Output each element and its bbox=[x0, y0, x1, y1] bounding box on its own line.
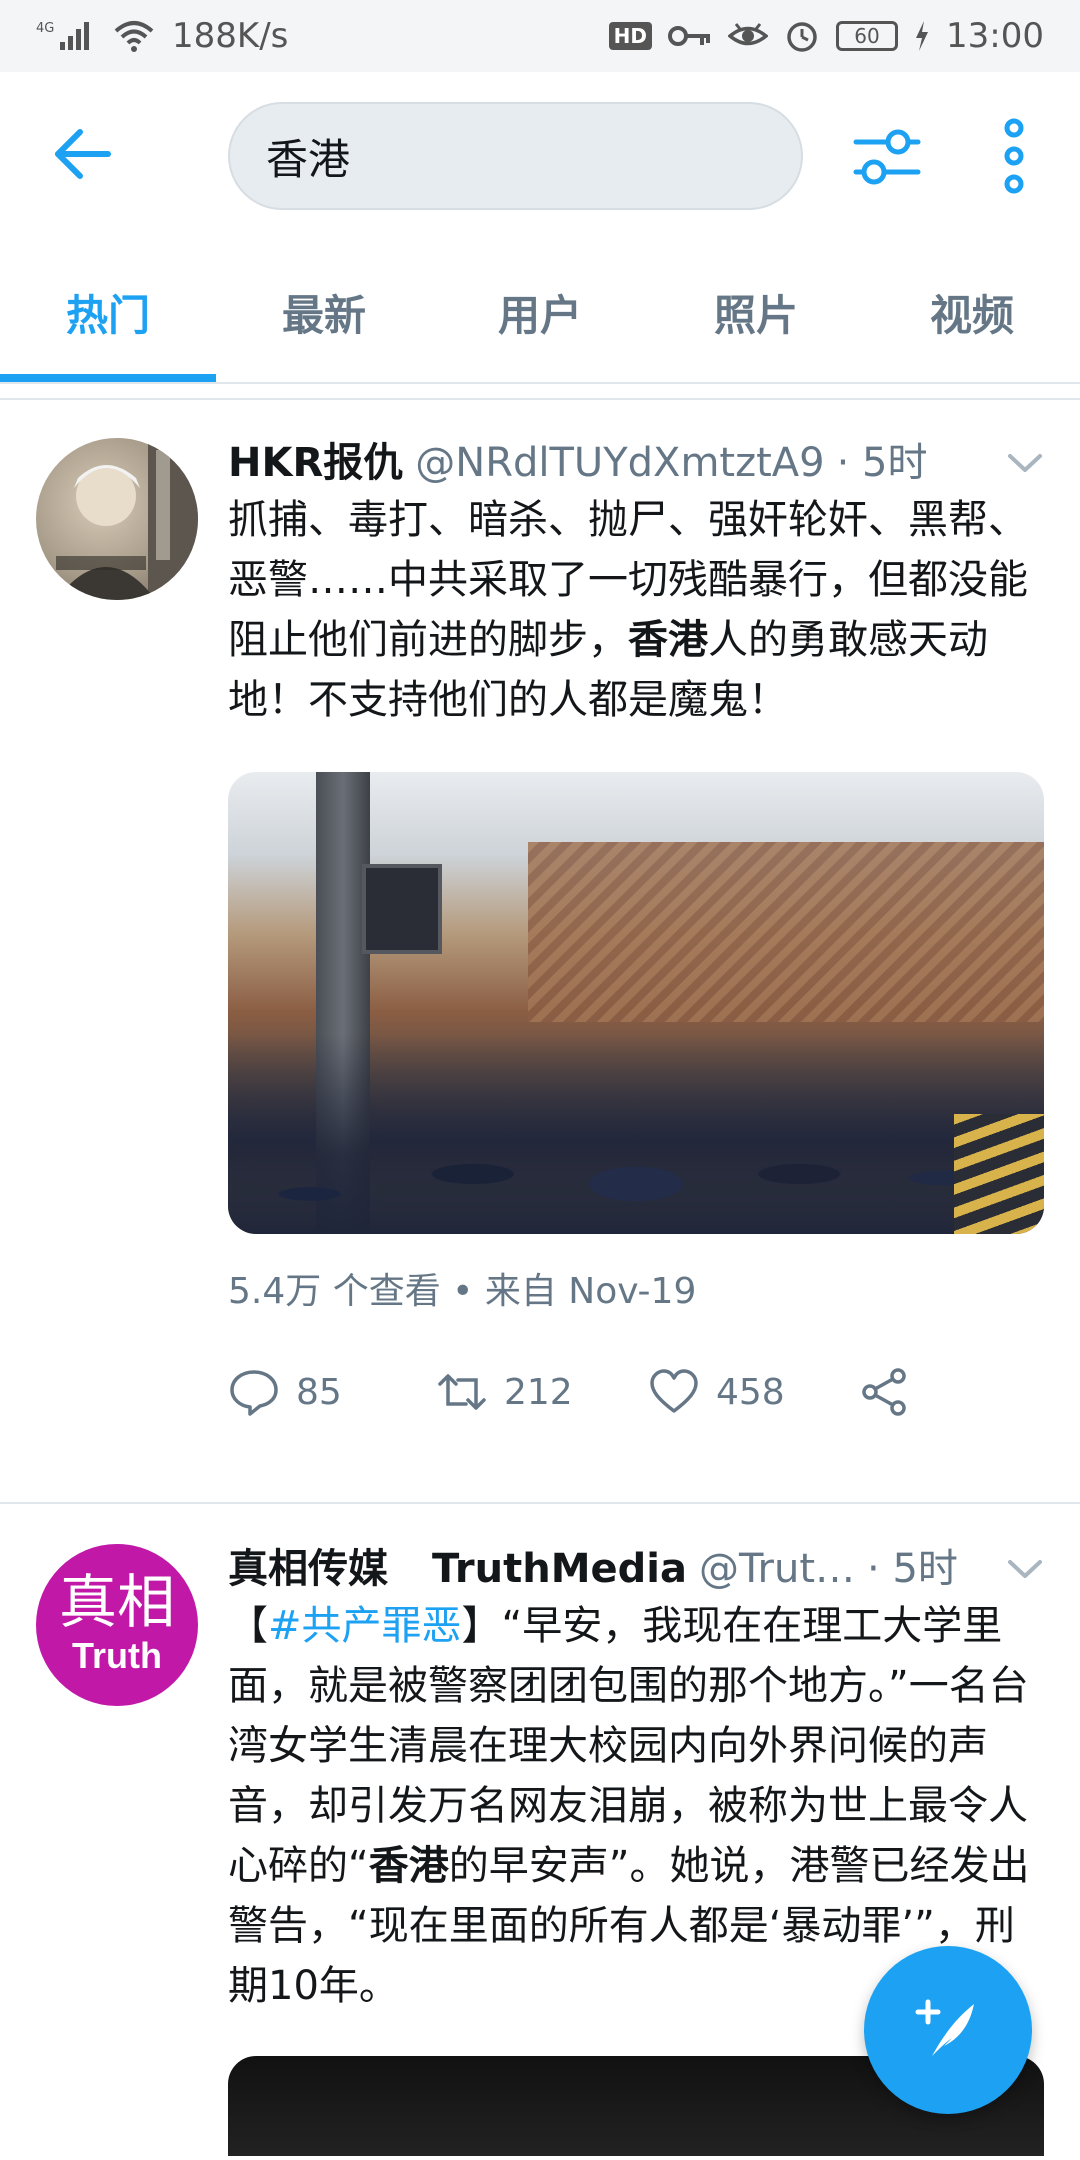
retweet-button[interactable]: 212 bbox=[436, 1366, 648, 1418]
svg-text:4G: 4G bbox=[36, 21, 54, 36]
reply-button[interactable]: 85 bbox=[228, 1366, 436, 1418]
tweet-menu-button[interactable] bbox=[1002, 440, 1048, 486]
tweet-text-part: 【 bbox=[228, 1603, 268, 1649]
tweet-time: · 5时 bbox=[836, 440, 928, 486]
share-icon bbox=[862, 1368, 906, 1416]
wifi-icon bbox=[114, 19, 154, 53]
avatar[interactable]: 真相 Truth bbox=[36, 1544, 198, 1706]
video-frame-detail bbox=[362, 864, 442, 954]
eye-icon bbox=[728, 21, 769, 51]
search-tabs: 热门 最新 用户 照片 视频 bbox=[0, 242, 1080, 384]
sliders-icon bbox=[853, 129, 921, 185]
tweet[interactable]: HKR报仇 @NRdlTUYdXmtztA9 · 5时 抓捕、毒打、暗杀、抛尸、… bbox=[0, 400, 1080, 1504]
author-handle[interactable]: @NRdlTUYdXmtztA9 bbox=[415, 440, 824, 486]
chevron-down-icon bbox=[1008, 1560, 1042, 1578]
tweet-body: HKR报仇 @NRdlTUYdXmtztA9 · 5时 抓捕、毒打、暗杀、抛尸、… bbox=[228, 430, 1048, 1418]
tweet-header: HKR报仇 @NRdlTUYdXmtztA9 · 5时 bbox=[228, 430, 1048, 490]
back-arrow-icon bbox=[55, 129, 111, 179]
avatar-logo-text: Truth bbox=[72, 1635, 162, 1676]
avatar-logo-text: 真相 bbox=[58, 1568, 175, 1636]
search-input[interactable]: 香港 bbox=[228, 102, 803, 210]
tweet-time: · 5时 bbox=[867, 1546, 958, 1592]
tweet-header: 真相传媒 TruthMedia @Trut… · 5时 bbox=[228, 1536, 1048, 1596]
avatar[interactable] bbox=[36, 438, 198, 600]
clock: 13:00 bbox=[946, 16, 1044, 56]
app-header: 香港 bbox=[0, 72, 1080, 242]
tab-latest[interactable]: 最新 bbox=[216, 242, 432, 382]
author-name-secondary[interactable]: TruthMedia bbox=[432, 1546, 687, 1592]
more-vertical-icon bbox=[1004, 118, 1024, 194]
hashtag-link[interactable]: #共产罪恶 bbox=[268, 1603, 462, 1649]
share-button[interactable] bbox=[858, 1366, 910, 1418]
author-name[interactable]: HKR报仇 bbox=[228, 430, 403, 488]
tab-top[interactable]: 热门 bbox=[0, 242, 216, 382]
search-query: 香港 bbox=[266, 134, 351, 184]
like-count: 458 bbox=[716, 1371, 785, 1413]
tweet-menu-button[interactable] bbox=[1002, 1546, 1048, 1592]
status-right: HD 60 13:00 bbox=[608, 16, 1044, 56]
tweet-video[interactable] bbox=[228, 772, 1044, 1234]
tab-photos[interactable]: 照片 bbox=[648, 242, 864, 382]
divider bbox=[0, 384, 1080, 400]
author-handle[interactable]: @Trut… bbox=[699, 1546, 855, 1592]
video-view-count: 5.4万 个查看 • 来自 Nov-19 bbox=[228, 1271, 697, 1312]
video-frame-detail bbox=[228, 1034, 1044, 1234]
feather-plus-icon bbox=[915, 1999, 974, 2056]
chevron-down-icon bbox=[1008, 454, 1042, 472]
reply-icon bbox=[230, 1370, 278, 1416]
filter-button[interactable] bbox=[852, 122, 922, 192]
search-highlight: 香港 bbox=[368, 1843, 449, 1889]
like-button[interactable]: 458 bbox=[648, 1366, 858, 1418]
status-left: 4G 188K/s bbox=[36, 16, 288, 56]
reply-count: 85 bbox=[296, 1371, 342, 1413]
tab-people[interactable]: 用户 bbox=[432, 242, 648, 382]
tab-videos[interactable]: 视频 bbox=[864, 242, 1080, 382]
retweet-count: 212 bbox=[504, 1371, 573, 1413]
video-frame-detail bbox=[954, 1114, 1044, 1234]
tweet-actions: 85 212 458 bbox=[228, 1366, 1048, 1418]
alarm-icon bbox=[784, 18, 820, 54]
compose-tweet-button[interactable] bbox=[864, 1946, 1032, 2114]
signal-icon: 4G bbox=[36, 18, 96, 54]
author-name[interactable]: 真相传媒 bbox=[228, 1536, 388, 1594]
key-icon bbox=[668, 21, 712, 51]
video-frame-detail bbox=[528, 842, 1044, 1022]
charging-icon bbox=[914, 21, 930, 51]
more-options-button[interactable] bbox=[996, 118, 1032, 194]
network-speed: 188K/s bbox=[172, 16, 289, 56]
hd-badge: HD bbox=[608, 22, 653, 50]
tweet-text: 抓捕、毒打、暗杀、抛尸、强奸轮奸、黑帮、恶警……中共采取了一切残酷暴行，但都没能… bbox=[228, 490, 1048, 730]
back-button[interactable] bbox=[52, 122, 116, 186]
heart-icon bbox=[650, 1369, 698, 1413]
search-highlight: 香港 bbox=[628, 617, 708, 663]
retweet-icon bbox=[438, 1374, 486, 1410]
status-bar: 4G 188K/s HD 60 13:00 bbox=[0, 0, 1080, 72]
avatar-photo-icon bbox=[56, 438, 198, 600]
battery-icon: 60 bbox=[836, 21, 899, 51]
